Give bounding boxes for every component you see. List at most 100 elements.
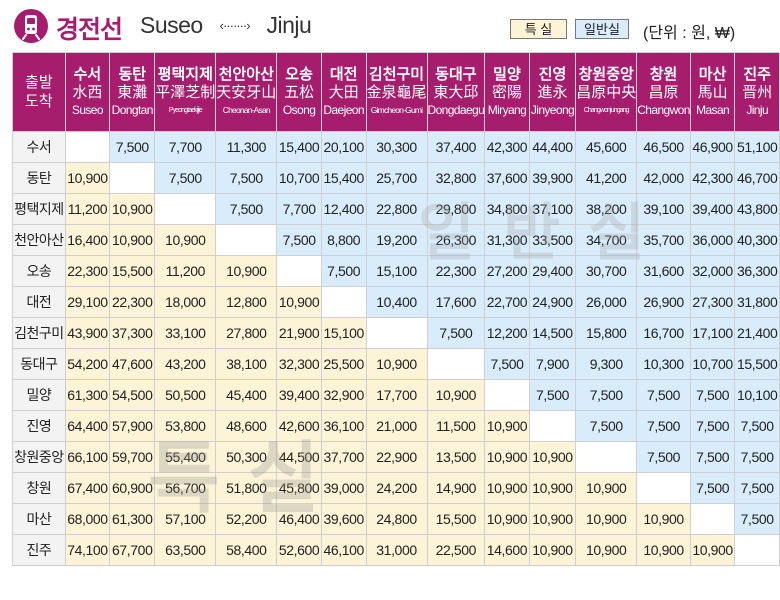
table-cell-empty	[320, 286, 367, 318]
fare-cell: 39,400	[276, 379, 322, 411]
fare-cell: 43,900	[64, 317, 111, 349]
table-cell-empty	[484, 379, 530, 411]
fare-cell: 31,600	[636, 255, 691, 287]
fare-cell: 63,500	[154, 534, 217, 566]
fare-cell: 7,500	[215, 193, 278, 225]
column-header-en: Jinyeong	[530, 102, 575, 117]
fare-cell: 46,700	[734, 162, 780, 194]
fare-cell: 10,700	[689, 348, 736, 380]
column-header-ko: 천안아산	[218, 65, 274, 83]
fare-cell: 31,000	[365, 534, 428, 566]
fare-cell: 7,500	[154, 162, 217, 194]
column-header-hanja: 昌原	[648, 83, 679, 101]
fare-cell: 14,900	[426, 472, 486, 504]
column-header-ko: 마산	[698, 65, 727, 83]
column-header: 오송 五松 Osong	[276, 52, 322, 132]
line-title: 경전선	[56, 16, 123, 44]
fare-cell: 10,900	[484, 441, 530, 473]
table-cell-empty	[689, 503, 736, 535]
fare-cell: 67,400	[64, 472, 111, 504]
fare-cell: 10,900	[528, 441, 577, 473]
fare-cell: 54,200	[64, 348, 111, 380]
row-header: 마산	[12, 503, 66, 535]
fare-cell: 10,900	[276, 286, 322, 318]
fare-cell: 7,500	[734, 441, 780, 473]
row-header: 진주	[12, 534, 66, 566]
column-header-en: Daejeon	[323, 102, 364, 117]
fare-cell: 74,100	[64, 534, 111, 566]
fare-cell: 22,800	[365, 193, 428, 225]
row-header: 창원중앙	[12, 441, 66, 473]
table-row: 동대구 54,200 47,600 43,200 38,100 32,300 25,500 1…	[12, 348, 780, 380]
table-cell-empty	[734, 534, 780, 566]
column-header-ko: 진영	[538, 65, 567, 83]
fare-cell: 17,700	[365, 379, 428, 411]
fare-cell: 7,500	[689, 441, 736, 473]
fare-cell: 14,500	[528, 317, 577, 349]
fare-cell: 15,500	[109, 255, 156, 287]
fare-cell: 7,500	[734, 503, 780, 535]
fare-cell: 7,500	[215, 162, 278, 194]
fare-cell: 7,500	[426, 317, 486, 349]
fare-cell: 26,000	[575, 286, 638, 318]
column-header-ko: 동탄	[118, 65, 147, 83]
fare-cell: 7,500	[689, 379, 736, 411]
fare-cell: 64,400	[64, 410, 111, 442]
fare-cell: 61,300	[109, 503, 156, 535]
row-header: 밀양	[12, 379, 66, 411]
fare-cell: 51,800	[215, 472, 278, 504]
fare-cell: 7,500	[636, 379, 691, 411]
fare-cell: 61,300	[64, 379, 111, 411]
fare-cell: 27,300	[689, 286, 736, 318]
fare-cell: 17,100	[689, 317, 736, 349]
fare-cell: 22,900	[365, 441, 428, 473]
column-header-en: Jinju	[746, 102, 769, 117]
fare-cell: 10,900	[689, 534, 736, 566]
column-header-en: Osong	[282, 102, 316, 117]
fare-cell: 10,900	[484, 472, 530, 504]
fare-cell: 39,600	[320, 503, 367, 535]
fare-cell: 36,300	[734, 255, 780, 287]
column-header: 창원 昌原 Changwon	[636, 52, 691, 132]
table-row: 천안아산 16,400 10,900 10,900 7,500 8,800 19,200 26…	[12, 224, 780, 256]
table-row: 수서 7,500 7,700 11,300 15,400 20,100 30,300 37,4…	[12, 131, 780, 163]
fare-cell: 10,300	[636, 348, 691, 380]
table-row: 진주 74,100 67,700 63,500 58,400 52,600 46,100 31…	[12, 534, 780, 566]
fare-cell: 29,800	[426, 193, 486, 225]
column-header-ko: 창원중앙	[578, 65, 634, 83]
fare-cell: 38,200	[575, 193, 638, 225]
fare-cell: 27,800	[215, 317, 278, 349]
column-header-ko: 평택지제	[157, 65, 213, 83]
fare-cell: 55,400	[154, 441, 217, 473]
fare-cell: 57,100	[154, 503, 217, 535]
column-header-hanja: 天安牙山	[216, 83, 277, 101]
column-header: 천안아산 天安牙山 Cheonan-Asan	[215, 52, 278, 132]
column-header-ko: 창원	[649, 65, 678, 83]
fare-cell: 51,100	[734, 131, 780, 163]
column-header-hanja: 水西	[72, 83, 103, 101]
row-header: 진영	[12, 410, 66, 442]
column-header: 진주 晋州 Jinju	[734, 52, 780, 132]
fare-cell: 12,800	[215, 286, 278, 318]
fare-cell: 7,500	[528, 379, 577, 411]
column-header: 김천구미 金泉龜尾 Gimcheon-Gumi	[365, 52, 428, 132]
fare-cell: 10,900	[215, 255, 278, 287]
fare-cell: 12,200	[484, 317, 530, 349]
fare-cell: 46,900	[689, 131, 736, 163]
column-header-ko: 오송	[285, 65, 313, 83]
fare-cell: 33,500	[528, 224, 577, 256]
fare-cell: 10,900	[484, 410, 530, 442]
fare-cell: 7,500	[636, 410, 691, 442]
row-header: 오송	[12, 255, 66, 287]
column-header-hanja: 東灘	[117, 83, 148, 101]
fare-cell: 11,200	[154, 255, 217, 287]
row-header: 평택지제	[12, 193, 66, 225]
fare-cell: 9,300	[575, 348, 638, 380]
fare-cell: 10,900	[64, 162, 111, 194]
column-header-en: Gimcheon-Gumi	[370, 104, 423, 115]
column-header-row: 출발 도착 수서 水西 Suseo 동탄 東灘 Dongtan 평택지제 平澤芝制 Pyeongta…	[12, 52, 780, 132]
fare-cell: 36,000	[689, 224, 736, 256]
fare-cell: 43,200	[154, 348, 217, 380]
column-header-en: Dongdaegu	[427, 102, 485, 117]
fare-cell: 10,700	[276, 162, 322, 194]
